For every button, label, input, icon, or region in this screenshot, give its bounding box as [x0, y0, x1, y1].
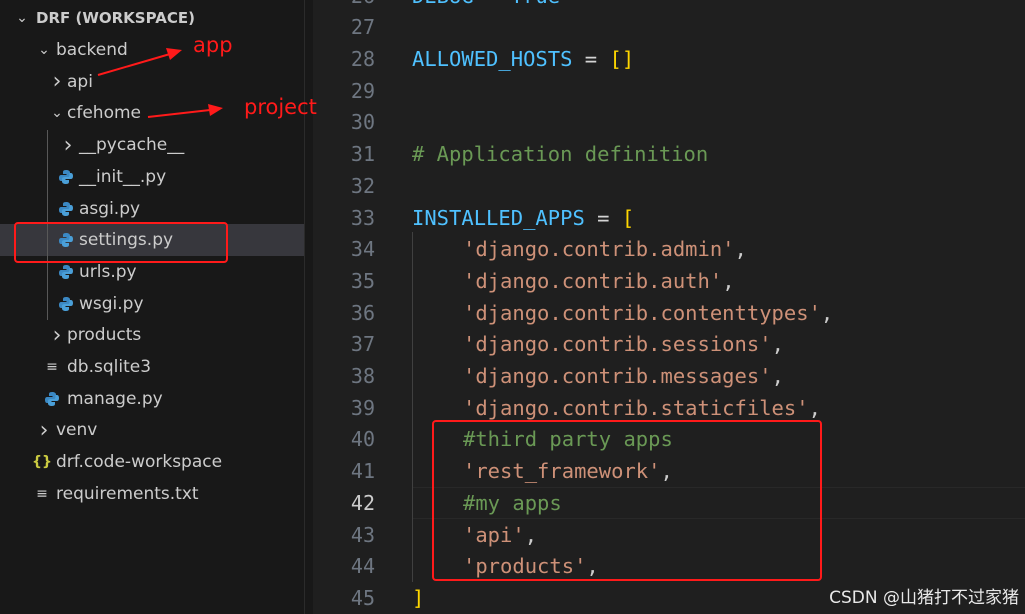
- annotation-project: project: [244, 95, 317, 119]
- arrowhead: [208, 104, 223, 116]
- annotation-overlay: [14, 48, 822, 581]
- watermark: CSDN @山猪打不过家猪: [829, 588, 1019, 608]
- arrowhead: [166, 48, 182, 60]
- arrow-app: [97, 53, 171, 76]
- highlight-box-settings: [14, 222, 228, 263]
- annotation-app: app: [193, 33, 233, 57]
- arrow-project: [147, 109, 211, 118]
- highlight-box-apps: [432, 420, 822, 581]
